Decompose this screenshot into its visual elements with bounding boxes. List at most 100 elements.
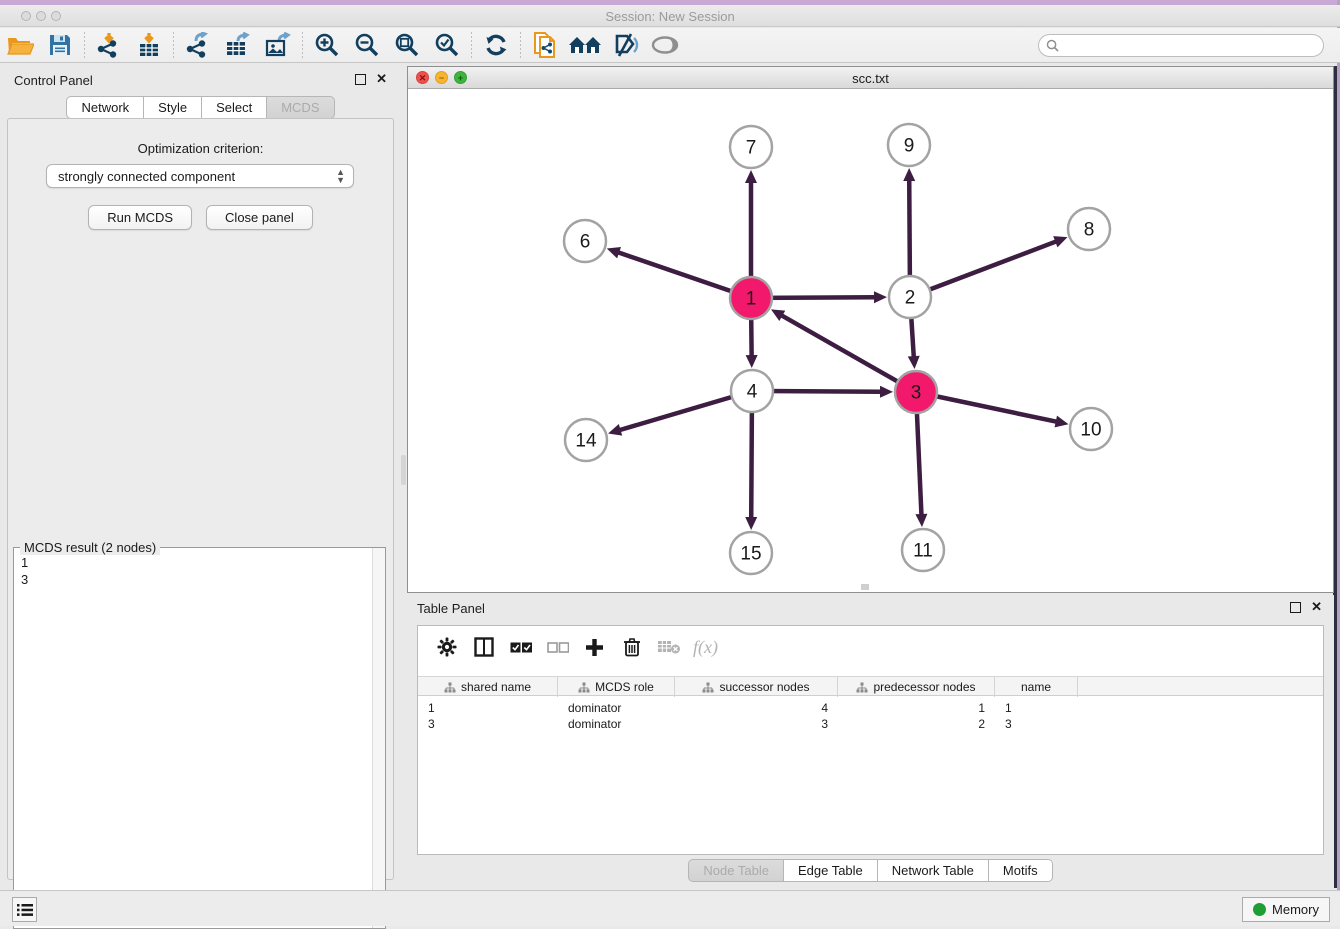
split-column-icon (474, 637, 494, 657)
zoom-in-button[interactable] (307, 30, 347, 60)
add-column-button[interactable] (576, 632, 613, 662)
table-float-icon[interactable] (1290, 602, 1301, 613)
show-all-networks-button[interactable] (565, 30, 605, 60)
edge-arrowhead (607, 247, 621, 258)
cell-successor-nodes[interactable]: 3 (675, 716, 838, 732)
graph-node-label: 15 (740, 544, 761, 565)
checked-boxes-icon (510, 641, 532, 654)
edge-arrowhead (874, 291, 887, 303)
cell-successor-nodes[interactable]: 4 (675, 700, 838, 716)
network-window-titlebar: ✕ − + scc.txt (408, 67, 1333, 89)
column-label: MCDS role (595, 680, 654, 694)
tab-motifs[interactable]: Motifs (989, 859, 1053, 882)
column-tree-icon (444, 682, 456, 693)
tab-select[interactable]: Select (202, 96, 267, 119)
save-session-button[interactable] (40, 30, 80, 60)
delete-table-button (650, 632, 687, 662)
column-header-name[interactable]: name (995, 677, 1078, 697)
table-close-icon[interactable]: ✕ (1311, 599, 1322, 615)
main-toolbar (0, 28, 1340, 63)
task-history-button[interactable] (12, 897, 37, 922)
toolbar-separator (84, 32, 85, 58)
refresh-layout-button[interactable] (476, 30, 516, 60)
zoom-selected-button[interactable] (427, 30, 467, 60)
network-window-title: scc.txt (408, 71, 1333, 86)
zoom-fit-button[interactable] (387, 30, 427, 60)
edge-arrowhead (903, 168, 915, 181)
edge-arrowhead (608, 424, 622, 436)
tab-mcds[interactable]: MCDS (267, 96, 334, 119)
cell-shared-name[interactable]: 3 (418, 716, 558, 732)
export-table-icon (224, 32, 252, 58)
open-folder-icon (6, 33, 34, 57)
toggle-view-button[interactable] (645, 30, 685, 60)
window-title: Session: New Session (0, 9, 1340, 24)
delete-table-icon (657, 639, 681, 655)
cell-name[interactable]: 3 (995, 716, 1078, 732)
cell-mcds-role[interactable]: dominator (558, 700, 675, 716)
tab-network-table[interactable]: Network Table (878, 859, 989, 882)
table-toolbar: f(x) (418, 626, 1323, 668)
network-from-file-icon (531, 31, 559, 59)
column-header-mcds-role[interactable]: MCDS role (558, 677, 675, 697)
toggle-labels-button[interactable] (605, 30, 645, 60)
tab-node-table[interactable]: Node Table (688, 859, 784, 882)
table-row[interactable]: 1 dominator 4 1 1 (418, 700, 1323, 716)
cell-predecessor-nodes[interactable]: 1 (838, 700, 995, 716)
save-icon (48, 33, 72, 57)
graph-node-label: 4 (747, 382, 758, 403)
table-panel-title: Table Panel (417, 601, 485, 616)
close-panel-icon[interactable]: ✕ (376, 71, 387, 87)
edge-2-8[interactable] (910, 241, 1057, 297)
column-label: shared name (461, 680, 531, 694)
export-network-button[interactable] (178, 30, 218, 60)
table-tabs: Node Table Edge Table Network Table Moti… (407, 859, 1334, 882)
tab-network[interactable]: Network (66, 96, 144, 119)
cell-name[interactable]: 1 (995, 700, 1078, 716)
column-header-predecessor-nodes[interactable]: predecessor nodes (838, 677, 995, 697)
delete-column-button[interactable] (613, 632, 650, 662)
graph-node-label: 11 (913, 541, 933, 562)
criterion-value: strongly connected component (58, 169, 235, 184)
tab-style[interactable]: Style (144, 96, 202, 119)
show-column-panel-button[interactable] (465, 632, 502, 662)
table-row[interactable]: 3 dominator 3 2 3 (418, 716, 1323, 732)
edge-arrowhead (915, 514, 927, 527)
search-field[interactable] (1038, 34, 1324, 57)
export-table-button[interactable] (218, 30, 258, 60)
import-table-button[interactable] (129, 30, 169, 60)
run-mcds-button[interactable]: Run MCDS (88, 205, 192, 230)
zoom-out-button[interactable] (347, 30, 387, 60)
edge-3-1[interactable] (781, 315, 916, 392)
network-from-file-button[interactable] (525, 30, 565, 60)
memory-button[interactable]: Memory (1242, 897, 1330, 922)
tab-edge-table[interactable]: Edge Table (784, 859, 878, 882)
cell-mcds-role[interactable]: dominator (558, 716, 675, 732)
edge-arrowhead (880, 386, 893, 398)
network-graph[interactable]: 7968124314101511 (408, 89, 1333, 592)
float-panel-icon[interactable] (355, 74, 366, 85)
column-header-successor-nodes[interactable]: successor nodes (675, 677, 838, 697)
gear-icon (437, 637, 457, 657)
panel-splitter-handle[interactable] (401, 455, 406, 485)
table-settings-button[interactable] (428, 632, 465, 662)
control-panel-tabs: Network Style Select MCDS (0, 96, 401, 119)
close-panel-button[interactable]: Close panel (206, 205, 313, 230)
select-all-button[interactable] (502, 632, 539, 662)
import-network-button[interactable] (89, 30, 129, 60)
control-panel: Control Panel ✕ Network Style Select MCD… (0, 66, 401, 888)
canvas-scroll-handle[interactable] (861, 584, 869, 590)
column-header-shared-name[interactable]: shared name (418, 677, 558, 697)
criterion-select[interactable]: strongly connected component ▲▼ (46, 164, 354, 188)
network-canvas[interactable]: 7968124314101511 (408, 89, 1333, 592)
result-scrollbar[interactable] (372, 548, 385, 928)
deselect-all-button[interactable] (539, 632, 576, 662)
cell-predecessor-nodes[interactable]: 2 (838, 716, 995, 732)
graph-node-label: 10 (1080, 420, 1101, 441)
open-folder-button[interactable] (0, 30, 40, 60)
search-input[interactable] (1059, 39, 1323, 53)
fx-icon: f(x) (693, 637, 718, 658)
unchecked-boxes-icon (547, 641, 569, 654)
export-image-button[interactable] (258, 30, 298, 60)
cell-shared-name[interactable]: 1 (418, 700, 558, 716)
